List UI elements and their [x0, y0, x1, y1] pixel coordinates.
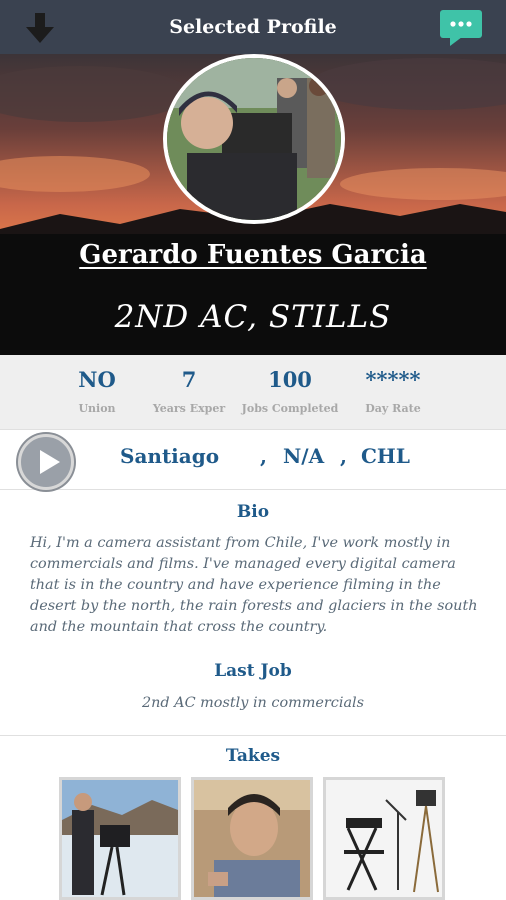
- stat-day-rate: ***** Day Rate: [343, 355, 443, 415]
- stats-bar: NO Union 7 Years Exper 100 Jobs Complete…: [0, 355, 506, 429]
- location-separator: ,: [340, 444, 347, 468]
- stat-label: Years Exper: [152, 402, 226, 415]
- page-title: Selected Profile: [169, 16, 337, 38]
- bio-heading: Bio: [236, 502, 270, 522]
- stat-value: *****: [365, 367, 421, 392]
- take-thumbnail[interactable]: [323, 777, 445, 900]
- avatar-photo: [167, 58, 341, 220]
- stat-years-experience: 7 Years Exper: [139, 355, 239, 415]
- take-thumbnail[interactable]: [59, 777, 181, 900]
- stat-value: NO: [78, 367, 116, 392]
- stat-jobs-completed: 100 Jobs Completed: [240, 355, 340, 415]
- profile-name: Gerardo Fuentes Garcia: [79, 240, 427, 270]
- top-bar: Selected Profile: [0, 0, 506, 54]
- profile-role: 2ND AC, STILLS: [114, 299, 392, 335]
- divider: [0, 735, 506, 736]
- last-job-text: 2nd AC mostly in commercials: [141, 695, 365, 711]
- location-separator: ,: [260, 444, 267, 468]
- location-row: Santiago , N/A , CHL: [0, 429, 506, 490]
- location-region: N/A: [283, 444, 325, 468]
- play-icon[interactable]: [18, 434, 74, 490]
- last-job-heading: Last Job: [214, 661, 292, 681]
- stat-label: Union: [78, 402, 116, 415]
- take-photo: [62, 780, 178, 897]
- stat-union: NO Union: [47, 355, 147, 415]
- take-photo: [194, 780, 310, 897]
- stat-label: Jobs Completed: [241, 402, 339, 415]
- take-thumbnail[interactable]: [191, 777, 313, 900]
- chat-bubble-icon[interactable]: [438, 8, 484, 48]
- take-photo: [326, 780, 442, 897]
- profile-avatar[interactable]: [163, 54, 345, 224]
- takes-heading: Takes: [225, 746, 281, 766]
- stat-label: Day Rate: [365, 402, 421, 415]
- profile-hero: Gerardo Fuentes Garcia 2ND AC, STILLS: [0, 54, 506, 355]
- location-country: CHL: [361, 444, 410, 468]
- stat-value: 100: [268, 367, 312, 392]
- bio-text: Hi, I'm a camera assistant from Chile, I…: [30, 535, 478, 635]
- stat-value: 7: [181, 367, 197, 392]
- location-city: Santiago: [120, 444, 220, 468]
